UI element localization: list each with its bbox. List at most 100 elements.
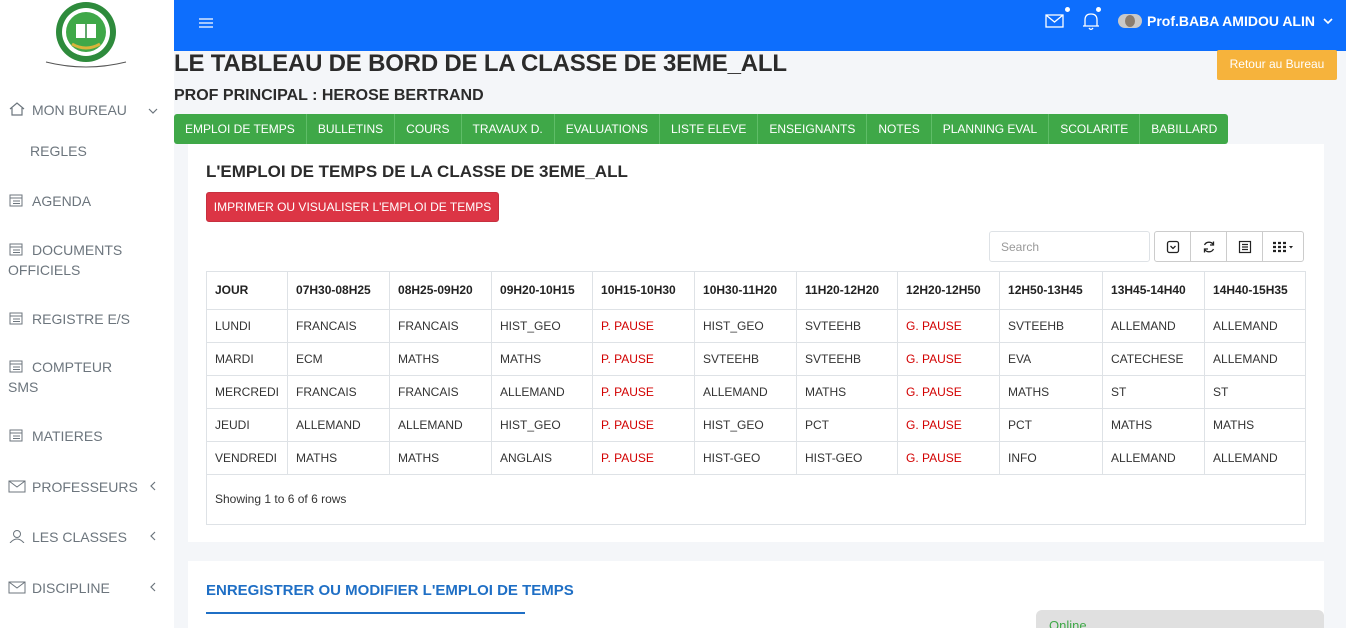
column-header[interactable]: 10H30-11H20: [694, 272, 798, 310]
tab-evaluations[interactable]: EVALUATIONS: [555, 114, 660, 144]
sidebar-item-documents-officiels[interactable]: DOCUMENTS OFFICIELS: [8, 240, 168, 280]
table-cell: CATECHESE: [1102, 342, 1206, 376]
table-cell: FRANCAIS: [287, 375, 391, 409]
tab-scolarite[interactable]: SCOLARITE: [1049, 114, 1141, 144]
column-header[interactable]: 12H50-13H45: [999, 272, 1104, 310]
sidebar-item-agenda[interactable]: AGENDA: [8, 191, 168, 211]
sidebar-item-label: COMPTEUR: [32, 359, 113, 375]
tab-notes[interactable]: NOTES: [867, 114, 932, 144]
sidebar-item-label: DISCIPLINE: [32, 580, 110, 596]
search-input[interactable]: [989, 231, 1150, 262]
columns-dropdown-button[interactable]: [1263, 232, 1303, 261]
edit-timetable-title: ENREGISTRER OU MODIFIER L'EMPLOI DE TEMP…: [206, 582, 574, 599]
tab-bulletins[interactable]: BULLETINS: [307, 114, 396, 144]
table-cell: ANGLAIS: [491, 441, 594, 475]
column-header[interactable]: 11H20-12H20: [796, 272, 899, 310]
table-cell-pause: P. PAUSE: [592, 342, 696, 376]
sidebar-item-label: REGLES: [30, 143, 87, 159]
calendar-icon: [9, 243, 23, 256]
chevron-down-icon: [1323, 18, 1333, 25]
table-cell-pause: G. PAUSE: [897, 309, 1001, 343]
class-tabs: EMPLOI DE TEMPS BULLETINS COURS TRAVAUX …: [174, 114, 1229, 144]
message-indicator-dot: [1065, 7, 1070, 12]
sidebar-item-compteur-sms[interactable]: COMPTEUR SMS: [8, 357, 168, 397]
refresh-icon: [1203, 241, 1214, 252]
column-header[interactable]: 14H40-15H35: [1204, 272, 1306, 310]
table-cell: MATHS: [796, 375, 899, 409]
chevron-left-icon: [150, 531, 156, 541]
table-cell: ALLEMAND: [1204, 441, 1306, 475]
column-header[interactable]: JOUR: [207, 272, 289, 310]
envelope-icon: [8, 480, 26, 493]
table-cell: VENDREDI: [207, 441, 289, 475]
user-menu[interactable]: Prof.BABA AMIDOU ALIN: [1118, 10, 1333, 32]
table-cell: INFO: [999, 441, 1104, 475]
table-row: VENDREDI MATHS MATHS ANGLAIS P. PAUSE HI…: [207, 441, 1306, 475]
sidebar-item-registre[interactable]: REGISTRE E/S: [8, 309, 168, 329]
column-header[interactable]: 08H25-09H20: [389, 272, 493, 310]
column-header[interactable]: 07H30-08H25: [287, 272, 391, 310]
timetable-title: L'EMPLOI DE TEMPS DE LA CLASSE DE 3EME_A…: [206, 162, 628, 181]
calendar-icon: [9, 360, 23, 373]
sidebar-item-discipline[interactable]: DISCIPLINE: [8, 578, 168, 598]
table-cell: MATHS: [287, 441, 391, 475]
table-cell: PCT: [999, 408, 1104, 442]
sidebar-item-mon-bureau[interactable]: MON BUREAU: [8, 100, 168, 120]
sidebar-item-les-classes[interactable]: LES CLASSES: [8, 527, 168, 547]
table-cell: MATHS: [389, 441, 493, 475]
tab-emploi-de-temps[interactable]: EMPLOI DE TEMPS: [174, 114, 307, 144]
notification-indicator-dot: [1096, 7, 1101, 12]
bell-icon[interactable]: [1080, 10, 1102, 32]
sidebar-item-label: MATIERES: [32, 428, 103, 444]
hamburger-menu-icon[interactable]: [198, 16, 214, 30]
toggle-pagination-button[interactable]: [1155, 232, 1191, 261]
table-cell: ALLEMAND: [491, 375, 594, 409]
envelope-icon[interactable]: [1044, 10, 1066, 32]
user-name: Prof.BABA AMIDOU ALIN: [1147, 13, 1315, 29]
table-cell: ALLEMAND: [1204, 309, 1306, 343]
table-row: LUNDI FRANCAIS FRANCAIS HIST_GEO P. PAUS…: [207, 309, 1306, 343]
table-cell: ALLEMAND: [287, 408, 391, 442]
sidebar-item-professeurs[interactable]: PROFESSEURS: [8, 477, 168, 497]
collapse-icon: [1166, 240, 1179, 253]
tab-planning-eval[interactable]: PLANNING EVAL: [932, 114, 1050, 144]
table-toolbar: [1154, 231, 1304, 262]
column-header[interactable]: 10H15-10H30: [592, 272, 696, 310]
table-cell: ALLEMAND: [694, 375, 798, 409]
online-status-badge: Online: [1036, 610, 1324, 628]
tab-cours[interactable]: COURS: [395, 114, 462, 144]
table-cell: LUNDI: [207, 309, 289, 343]
table-cell: HIST_GEO: [491, 408, 594, 442]
tab-babillard[interactable]: BABILLARD: [1140, 114, 1228, 144]
table-header-row: JOUR 07H30-08H25 08H25-09H20 09H20-10H15…: [207, 272, 1306, 310]
sidebar-item-matieres[interactable]: MATIERES: [8, 426, 168, 446]
table-cell: HIST-GEO: [694, 441, 798, 475]
table-cell: HIST-GEO: [796, 441, 899, 475]
column-header[interactable]: 09H20-10H15: [491, 272, 594, 310]
table-cell-pause: P. PAUSE: [592, 375, 696, 409]
tab-travaux[interactable]: TRAVAUX D.: [462, 114, 555, 144]
table-cell: FRANCAIS: [389, 375, 493, 409]
table-cell: SVTEEHB: [694, 342, 798, 376]
column-header[interactable]: 12H20-12H50: [897, 272, 1001, 310]
print-timetable-button[interactable]: IMPRIMER OU VISUALISER L'EMPLOI DE TEMPS: [206, 192, 499, 222]
table-cell: MATHS: [999, 375, 1104, 409]
table-cell: FRANCAIS: [389, 309, 493, 343]
pagination-info: Showing 1 to 6 of 6 rows: [215, 492, 347, 506]
tab-enseignants[interactable]: ENSEIGNANTS: [758, 114, 868, 144]
columns-grid-icon: [1273, 241, 1293, 252]
table-cell: ALLEMAND: [1102, 441, 1206, 475]
table-cell: SVTEEHB: [796, 309, 899, 343]
toggle-view-button[interactable]: [1227, 232, 1263, 261]
retour-button[interactable]: Retour au Bureau: [1217, 50, 1337, 80]
sidebar-item-label: REGISTRE E/S: [32, 311, 131, 327]
table-cell: MARDI: [207, 342, 289, 376]
sidebar-item-regles[interactable]: REGLES: [30, 141, 190, 161]
table-cell-pause: P. PAUSE: [592, 408, 696, 442]
school-logo[interactable]: [42, 0, 130, 72]
refresh-button[interactable]: [1191, 232, 1227, 261]
column-header[interactable]: 13H45-14H40: [1102, 272, 1206, 310]
timetable-table: JOUR 07H30-08H25 08H25-09H20 09H20-10H15…: [207, 272, 1306, 475]
prof-principal: PROF PRINCIPAL : HEROSE BERTRAND: [174, 87, 484, 104]
tab-liste-eleve[interactable]: LISTE ELEVE: [660, 114, 759, 144]
